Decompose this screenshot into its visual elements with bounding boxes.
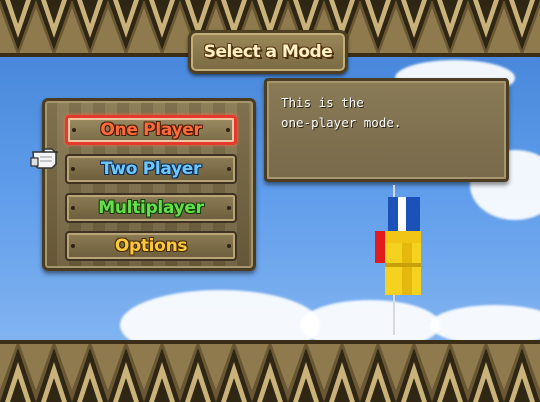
mode-description-text: This is the one-player mode. — [281, 95, 402, 130]
options-label: Options — [114, 236, 188, 256]
rivet — [71, 167, 75, 171]
pointing-glove-icon — [30, 144, 60, 172]
rivet — [72, 128, 76, 132]
title-plaque: Select a Mode — [188, 30, 348, 74]
cloud — [430, 305, 540, 345]
rivet — [227, 206, 231, 210]
screen-title: Select a Mode — [203, 42, 333, 62]
rivet — [71, 206, 75, 210]
mode-description-panel: This is the one-player mode. — [264, 78, 509, 182]
multiplayer-button[interactable]: Multiplayer — [65, 193, 237, 223]
two-player-label: Two Player — [100, 159, 202, 179]
one-player-button[interactable]: One Player — [65, 115, 237, 145]
bottom-decorative-border — [0, 340, 540, 402]
one-player-label: One Player — [100, 120, 202, 140]
rivet — [71, 244, 75, 248]
rivet — [227, 167, 231, 171]
mode-menu: One Player Two Player Multiplayer Option… — [42, 98, 256, 271]
rivet — [226, 128, 230, 132]
options-button[interactable]: Options — [65, 231, 237, 261]
rivet — [227, 244, 231, 248]
multiplayer-label: Multiplayer — [98, 198, 204, 218]
kite-decoration — [372, 185, 422, 335]
two-player-button[interactable]: Two Player — [65, 154, 237, 184]
